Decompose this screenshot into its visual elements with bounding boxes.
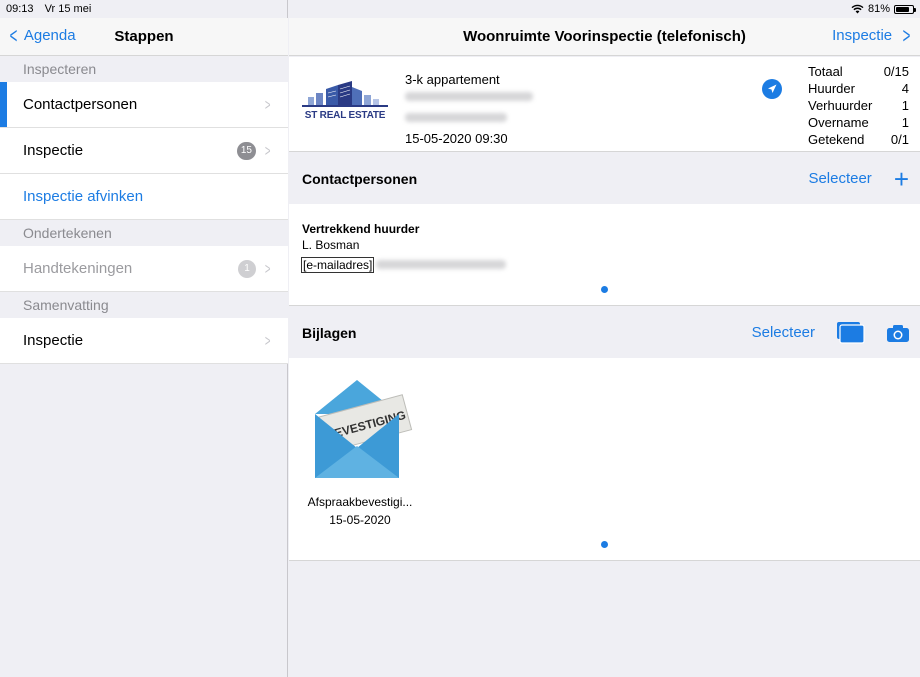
sidebar-item-label: Contactpersonen (23, 96, 138, 113)
chevron-right-icon: > (264, 333, 271, 350)
attachments-header: Bijlagen Selecteer (289, 307, 920, 358)
appointment-datetime: 15-05-2020 09:30 (405, 131, 508, 146)
section-header-samenvatting: Samenvatting (0, 292, 288, 318)
stat-label: Verhuurder (808, 98, 873, 113)
attachment-item[interactable]: BEVESTIGING Afspraakbevestigi... 15-05-2… (301, 376, 419, 527)
inspection-info-card: ST REAL ESTATE 3-k appartement 15-05-202… (289, 57, 920, 152)
sidebar-item-inspectie[interactable]: Inspectie 15 > (0, 128, 288, 174)
status-date: Vr 15 mei (44, 3, 92, 15)
envelope-icon: BEVESTIGING (315, 380, 413, 478)
main-nav-bar: Woonruimte Voorinspectie (telefonisch) I… (289, 18, 920, 56)
count-badge: 15 (236, 142, 256, 160)
contact-card[interactable]: Vertrekkend huurder L. Bosman [e-mailadr… (289, 204, 920, 306)
inspectie-afvinken-button[interactable]: Inspectie afvinken (0, 174, 288, 220)
company-logo: ST REAL ESTATE (302, 81, 388, 121)
section-header-inspecteren: Inspecteren (0, 56, 288, 82)
stat-row: Huurder 4 (808, 80, 909, 97)
sidebar-item-label: Inspectie afvinken (23, 188, 144, 205)
sidebar-nav-bar: < Agenda Stappen (0, 18, 288, 56)
property-details: 3-k appartement 15-05-2020 09:30 (405, 71, 533, 147)
buildings-logo-icon (302, 81, 388, 107)
redacted-address-line (405, 92, 533, 101)
sidebar-title: Stappen (114, 28, 174, 45)
page-indicator-dot (601, 541, 608, 548)
logo-text: ST REAL ESTATE (304, 110, 386, 121)
attachments-select-button[interactable]: Selecteer (752, 324, 815, 341)
sidebar-item-label: Handtekeningen (23, 260, 133, 277)
page-indicator-dot (601, 286, 608, 293)
stat-label: Overname (808, 115, 869, 130)
status-bar: 09:13 Vr 15 mei 81% (0, 0, 920, 18)
stat-value: 0/15 (883, 64, 909, 79)
stat-value: 1 (901, 98, 909, 113)
chevron-right-icon: > (264, 143, 271, 160)
photo-library-icon[interactable] (837, 321, 865, 344)
main-panel: Woonruimte Voorinspectie (telefonisch) I… (289, 0, 920, 677)
chevron-right-icon: > (264, 261, 271, 278)
status-time: 09:13 (6, 3, 34, 15)
battery-icon (894, 4, 916, 14)
stat-row: Getekend 0/1 (808, 131, 909, 148)
sidebar-item-contactpersonen[interactable]: Contactpersonen > (0, 82, 288, 128)
location-arrow-icon (768, 84, 777, 93)
contact-name: L. Bosman (302, 238, 360, 252)
attachment-name: Afspraakbevestigi... (307, 495, 413, 509)
navigate-location-button[interactable] (762, 79, 782, 99)
stat-value: 1 (901, 115, 909, 130)
stat-row: Verhuurder 1 (808, 97, 909, 114)
chevron-right-icon: > (264, 97, 271, 114)
attachment-date: 15-05-2020 (329, 513, 391, 527)
sidebar: < Agenda Stappen Inspecteren Contactpers… (0, 0, 288, 677)
contacts-select-button[interactable]: Selecteer (808, 170, 871, 187)
contact-email: [e-mailadres] (301, 256, 507, 273)
redacted-email (376, 260, 507, 269)
redacted-address-line (405, 113, 507, 122)
stat-row: Totaal 0/15 (808, 63, 909, 80)
section-header-ondertekenen: Ondertekenen (0, 220, 288, 246)
inspectie-forward-button[interactable]: Inspectie > (832, 22, 913, 48)
stat-value: 0/1 (890, 132, 909, 147)
email-label: [e-mailadres] (301, 256, 375, 273)
stat-label: Totaal (808, 64, 843, 79)
forward-button-label: Inspectie (832, 27, 893, 44)
chevron-right-icon: > (902, 22, 911, 48)
contact-role: Vertrekkend huurder (302, 222, 420, 236)
sidebar-item-label: Inspectie (23, 142, 84, 159)
property-type: 3-k appartement (405, 72, 500, 87)
sidebar-item-label: Inspectie (23, 332, 84, 349)
contacts-header: Contactpersonen Selecteer + (289, 153, 920, 204)
attachments-header-title: Bijlagen (302, 324, 357, 341)
count-badge: 1 (238, 260, 256, 278)
add-contact-button[interactable]: + (894, 166, 909, 192)
camera-icon[interactable] (887, 324, 909, 342)
battery-percentage: 81% (867, 3, 890, 15)
page-title: Woonruimte Voorinspectie (telefonisch) (463, 28, 746, 45)
stat-value: 4 (901, 81, 909, 96)
inspection-stats: Totaal 0/15 Huurder 4 Verhuurder 1 Overname… (808, 63, 909, 148)
contacts-actions: Selecteer + (808, 153, 909, 204)
attachments-actions: Selecteer (752, 307, 909, 358)
wifi-icon (851, 4, 864, 14)
steps-list: Inspecteren Contactpersonen > Inspectie … (0, 56, 288, 364)
stat-label: Huurder (808, 81, 855, 96)
battery-level (896, 6, 909, 12)
sidebar-item-handtekeningen[interactable]: Handtekeningen 1 > (0, 246, 288, 292)
stat-label: Getekend (808, 132, 865, 147)
sidebar-item-inspectie-summary[interactable]: Inspectie > (0, 318, 288, 364)
contacts-header-title: Contactpersonen (302, 170, 418, 187)
stat-row: Overname 1 (808, 114, 909, 131)
attachments-card: BEVESTIGING Afspraakbevestigi... 15-05-2… (289, 358, 920, 561)
